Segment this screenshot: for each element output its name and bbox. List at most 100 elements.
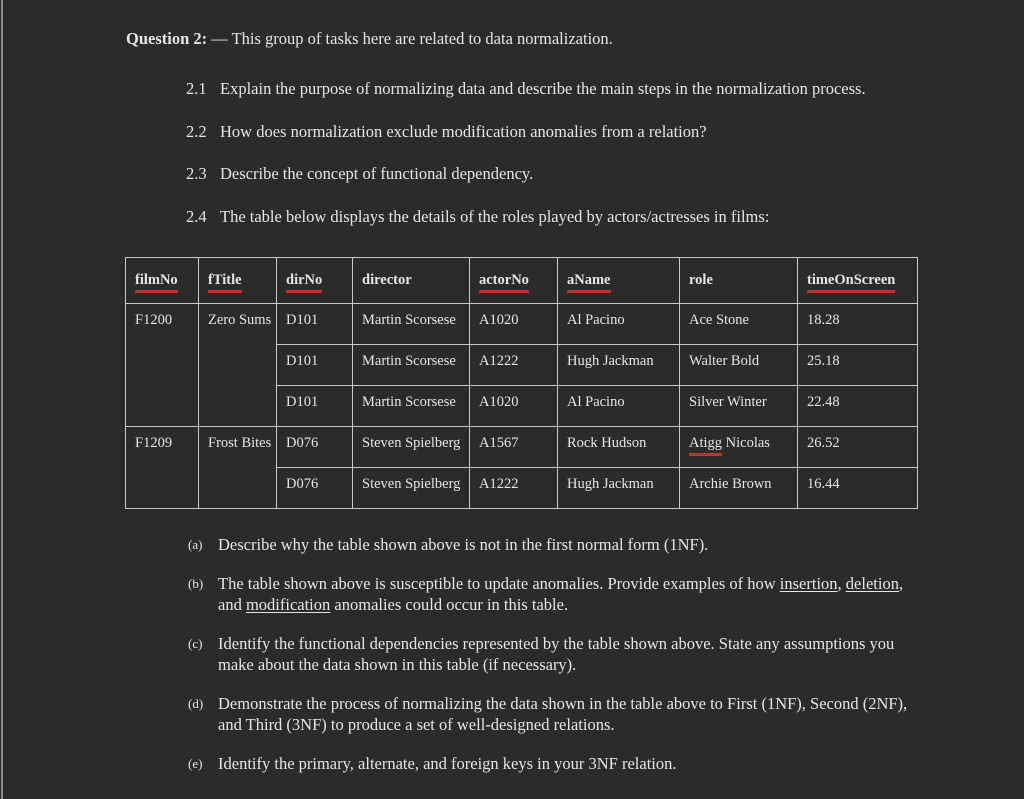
numbered-item-text: Describe the concept of functional depen… [220, 164, 534, 183]
table-column-header: aName [557, 257, 680, 304]
text-segment: The table shown above is susceptible to … [218, 573, 780, 593]
cell-dirno: D076 [276, 426, 353, 468]
cell-dirno: D101 [276, 344, 353, 386]
table-row: F1209 Frost Bites D076 Steven Spielberg A156… [125, 426, 918, 509]
spellcheck-underline: aName [567, 272, 611, 293]
table-column-header: timeOnScreen [797, 257, 918, 304]
cell-dirno: D101 [276, 385, 353, 427]
numbered-question-list: 2.1 Explain the purpose of normalizing da… [186, 78, 926, 248]
cell-role-rest: Nicolas [722, 435, 770, 451]
cell-role: Archie Brown [679, 467, 798, 509]
lettered-item: (b) The table shown above is susceptible … [188, 573, 918, 616]
text-segment: Identify the primary, alternate, and for… [218, 753, 677, 773]
table-row: F1200 Zero Sums D101 Martin Scorsese A1020 Al… [125, 303, 918, 427]
spellcheck-underline: dirNo [286, 272, 323, 293]
lettered-item: (e) Identify the primary, alternate, and … [188, 753, 918, 775]
cell-aname: Al Pacino [557, 303, 680, 345]
roles-table-container: filmNo fTitle dirNo director actorNo aName rol… [125, 257, 918, 509]
table-body: F1200 Zero Sums D101 Martin Scorsese A1020 Al… [125, 303, 918, 509]
spellcheck-underline: timeOnScreen [807, 272, 896, 293]
lettered-item-text: The table shown above is susceptible to … [218, 573, 918, 616]
cell-timeonscreen: 18.28 [797, 303, 918, 345]
emphasised-term: deletion [845, 573, 899, 593]
cell-role: Atigg Nicolas [679, 426, 798, 468]
table-column-header: filmNo [125, 257, 199, 304]
question-text: This group of tasks here are related to … [231, 29, 613, 48]
cell-filmno: F1209 [125, 426, 199, 509]
numbered-item-text: The table below displays the details of … [220, 206, 770, 226]
cell-role: Walter Bold [679, 344, 798, 386]
lettered-question-list: (a) Describe why the table shown above is… [188, 534, 918, 791]
lettered-item-marker: (e) [188, 755, 203, 771]
cell-timeonscreen: 16.44 [797, 467, 918, 509]
emphasised-term: insertion [779, 573, 838, 593]
table-column-header: role [679, 257, 798, 304]
lettered-item: (c) Identify the functional dependencies … [188, 633, 918, 676]
spellcheck-underline: actorNo [479, 272, 529, 293]
table-header: filmNo fTitle dirNo director actorNo aName rol… [125, 257, 918, 304]
question-dash: — [207, 29, 232, 48]
cell-actorno: A1020 [469, 303, 558, 345]
cell-ftitle: Frost Bites [198, 426, 277, 509]
numbered-item: 2.2 How does normalization exclude modifi… [186, 121, 926, 143]
numbered-item: 2.4 The table below displays the details … [186, 206, 926, 228]
text-segment: Identify the functional dependencies rep… [218, 633, 895, 675]
cell-aname: Al Pacino [557, 385, 680, 427]
text-segment: anomalies could occur in this table. [330, 595, 569, 614]
cell-aname: Rock Hudson [557, 426, 680, 468]
lettered-item-marker: (d) [188, 695, 204, 711]
text-segment: , [837, 573, 846, 593]
cell-director: Steven Spielberg [352, 467, 470, 509]
table-column-header: fTitle [198, 257, 277, 304]
text-segment: Describe why the table shown above is no… [218, 535, 709, 554]
lettered-item-marker: (b) [188, 575, 204, 591]
numbered-item-text: How does normalization exclude modificat… [220, 121, 707, 141]
cell-timeonscreen: 26.52 [797, 426, 918, 468]
cell-actorno: A1222 [469, 467, 558, 509]
cell-role: Ace Stone [679, 303, 798, 345]
cell-filmno: F1200 [125, 303, 199, 427]
document-page: Question 2: — This group of tasks here a… [0, 0, 1024, 799]
numbered-item-text: Explain the purpose of normalizing data … [220, 79, 866, 98]
cell-director: Martin Scorsese [352, 303, 470, 345]
question-heading: Question 2: — This group of tasks here a… [126, 28, 613, 50]
lettered-item: (a) Describe why the table shown above is… [188, 534, 918, 556]
table-header-row: filmNo fTitle dirNo director actorNo aName rol… [125, 257, 918, 304]
cell-director: Steven Spielberg [352, 426, 470, 468]
table-column-header: director [352, 257, 470, 304]
numbered-item-number: 2.3 [186, 164, 207, 183]
table-column-header: actorNo [469, 257, 558, 304]
table-column-header: dirNo [276, 257, 353, 304]
spellcheck-underline: filmNo [135, 272, 178, 293]
cell-aname: Hugh Jackman [557, 344, 680, 386]
cell-role: Silver Winter [679, 385, 798, 427]
cell-director: Martin Scorsese [352, 385, 470, 427]
emphasised-term: modification [245, 595, 331, 614]
cell-director: Martin Scorsese [352, 344, 470, 386]
cell-timeonscreen: 22.48 [797, 385, 918, 427]
numbered-item-number: 2.1 [186, 79, 207, 98]
cell-aname: Hugh Jackman [557, 467, 680, 509]
cell-timeonscreen: 25.18 [797, 344, 918, 386]
roles-table: filmNo fTitle dirNo director actorNo aName rol… [125, 257, 918, 509]
lettered-item-marker: (a) [188, 537, 203, 552]
spellcheck-underline: Atigg [689, 435, 723, 456]
numbered-item: 2.3 Describe the concept of functional de… [186, 163, 926, 185]
numbered-item-number: 2.2 [186, 121, 207, 141]
lettered-item-text: Describe why the table shown above is no… [218, 534, 918, 556]
numbered-item-number: 2.4 [186, 206, 207, 226]
cell-ftitle: Zero Sums [198, 303, 277, 427]
cell-actorno: A1020 [469, 385, 558, 427]
lettered-item-text: Demonstrate the process of normalizing t… [218, 693, 918, 736]
spellcheck-underline: fTitle [208, 272, 242, 293]
text-segment: Demonstrate the process of normalizing t… [218, 693, 908, 735]
lettered-item-text: Identify the primary, alternate, and for… [218, 753, 918, 775]
cell-dirno: D076 [276, 467, 353, 509]
numbered-item: 2.1 Explain the purpose of normalizing da… [186, 78, 926, 100]
lettered-item-text: Identify the functional dependencies rep… [218, 633, 918, 676]
cell-dirno: D101 [276, 303, 353, 345]
lettered-item: (d) Demonstrate the process of normalizin… [188, 693, 918, 736]
page-left-border [1, 0, 3, 799]
question-label: Question 2: [126, 29, 208, 48]
cell-actorno: A1567 [469, 426, 558, 468]
